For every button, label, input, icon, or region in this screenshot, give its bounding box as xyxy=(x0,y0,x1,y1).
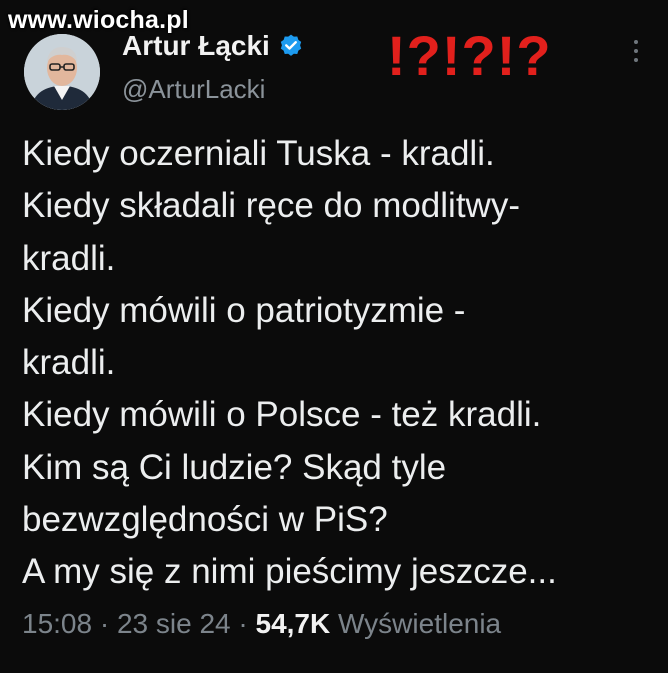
tweet-time[interactable]: 15:08 xyxy=(22,608,92,639)
author-name[interactable]: Artur Łącki xyxy=(122,30,270,62)
annotation-text: !?!?!? xyxy=(387,24,552,87)
tweet-meta: 15:08 · 23 sie 24 · 54,7K Wyświetlenia xyxy=(22,608,501,640)
tweet-line: bezwzględności w PiS? xyxy=(22,500,388,540)
tweet-line: Kiedy oczerniali Tuska - kradli. xyxy=(22,134,495,173)
author-handle[interactable]: @ArturLacki xyxy=(122,74,265,105)
tweet-line: Kiedy mówili o Polsce - też kradli. xyxy=(22,395,542,435)
tweet-line: Kiedy składali ręce do modlitwy- xyxy=(22,186,520,226)
avatar-photo-icon xyxy=(24,34,100,110)
views-label: Wyświetlenia xyxy=(338,608,502,639)
views-count: 54,7K xyxy=(255,608,331,639)
meta-separator: · xyxy=(92,608,117,639)
tweet-line: Kiedy mówili o patriotyzmie - xyxy=(22,290,466,330)
tweet-line: kradli. xyxy=(22,343,116,383)
tweet-line: kradli. xyxy=(22,238,116,278)
tweet-line: A my się z nimi pieścimy jeszcze... xyxy=(22,552,557,592)
more-options-icon[interactable] xyxy=(634,40,638,62)
tweet-text: Kiedy oczerniali Tuska - kradli. Kiedy s… xyxy=(22,128,662,599)
tweet-date[interactable]: 23 sie 24 xyxy=(117,608,231,639)
author-name-row: Artur Łącki xyxy=(122,30,304,62)
meta-separator: · xyxy=(230,608,256,639)
avatar[interactable] xyxy=(24,34,100,110)
dot-icon xyxy=(634,49,638,53)
tweet-line: Kim są Ci ludzie? Skąd tyle xyxy=(22,447,447,487)
dot-icon xyxy=(634,40,638,44)
verified-badge-icon xyxy=(280,34,302,56)
dot-icon xyxy=(634,58,638,62)
